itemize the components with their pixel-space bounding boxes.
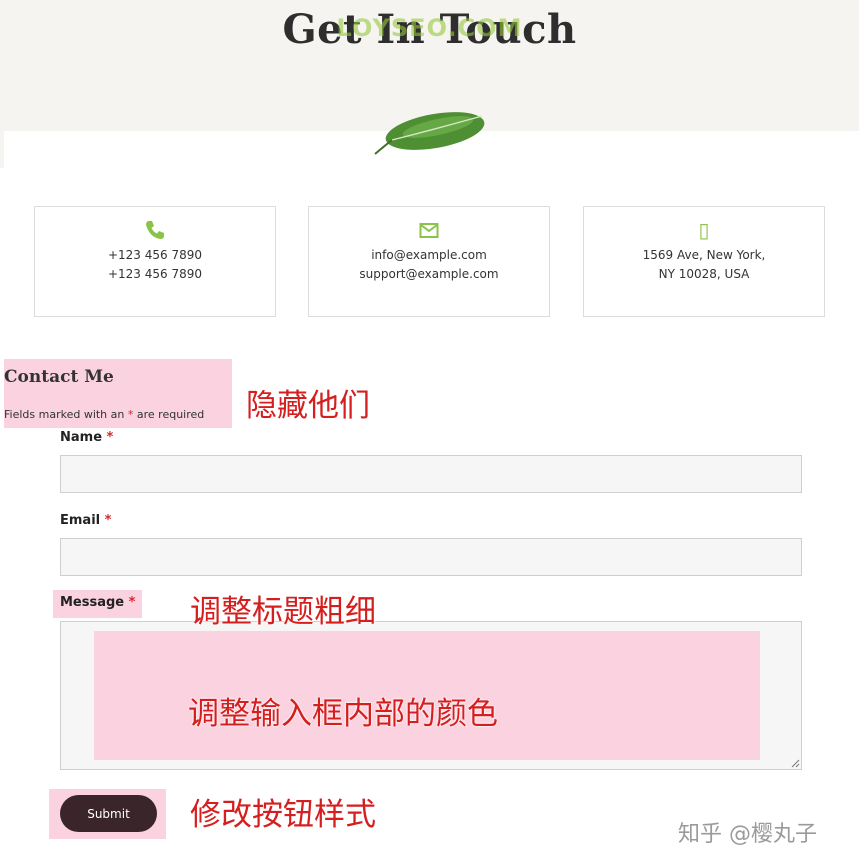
- name-label-text: Name: [60, 430, 103, 445]
- phone-line-1: +123 456 7890: [107, 248, 203, 262]
- name-input[interactable]: [60, 455, 802, 493]
- annotation-change-button-style: 修改按钮样式: [190, 797, 376, 833]
- email-required-mark: *: [104, 513, 112, 528]
- envelope-icon: [419, 223, 439, 238]
- annotation-adjust-title-weight: 调整标题粗细: [190, 594, 376, 630]
- name-required-mark: *: [106, 430, 114, 445]
- message-label-text: Message: [60, 595, 125, 610]
- address-line-1: 1569 Ave, New York,: [642, 248, 766, 262]
- email-label: Email *: [60, 513, 111, 528]
- resize-grip-icon[interactable]: [790, 758, 800, 768]
- email-line-1: info@example.com: [371, 248, 487, 262]
- message-required-mark: *: [128, 595, 136, 610]
- phone-line-2: +123 456 7890: [107, 267, 203, 281]
- contact-box-email: info@example.com support@example.com: [308, 206, 550, 317]
- required-fields-note: Fields marked with an * are required: [4, 408, 204, 421]
- annotation-hide-them: 隐藏他们: [246, 388, 370, 424]
- annotation-adjust-input-color: 调整输入框内部的颜色: [188, 696, 498, 732]
- required-note-suffix: are required: [133, 408, 205, 421]
- name-label: Name *: [60, 430, 113, 445]
- email-label-text: Email: [60, 513, 101, 528]
- leaf-icon: [374, 112, 485, 155]
- contact-box-phone: +123 456 7890 +123 456 7890: [34, 206, 276, 317]
- missing-glyph-icon: ▯: [698, 218, 710, 242]
- message-label: Message *: [60, 595, 135, 610]
- form-title: Contact Me: [4, 367, 114, 387]
- submit-button[interactable]: Submit: [60, 795, 157, 832]
- required-note-prefix: Fields marked with an: [4, 408, 128, 421]
- address-line-2: NY 10028, USA: [658, 267, 750, 281]
- watermark: LOYSEO.COM: [336, 14, 523, 42]
- contact-box-address: ▯ 1569 Ave, New York, NY 10028, USA: [583, 206, 825, 317]
- email-input[interactable]: [60, 538, 802, 576]
- credit-watermark: 知乎 @樱丸子: [678, 822, 817, 847]
- email-line-2: support@example.com: [359, 267, 499, 281]
- phone-icon: [146, 221, 164, 239]
